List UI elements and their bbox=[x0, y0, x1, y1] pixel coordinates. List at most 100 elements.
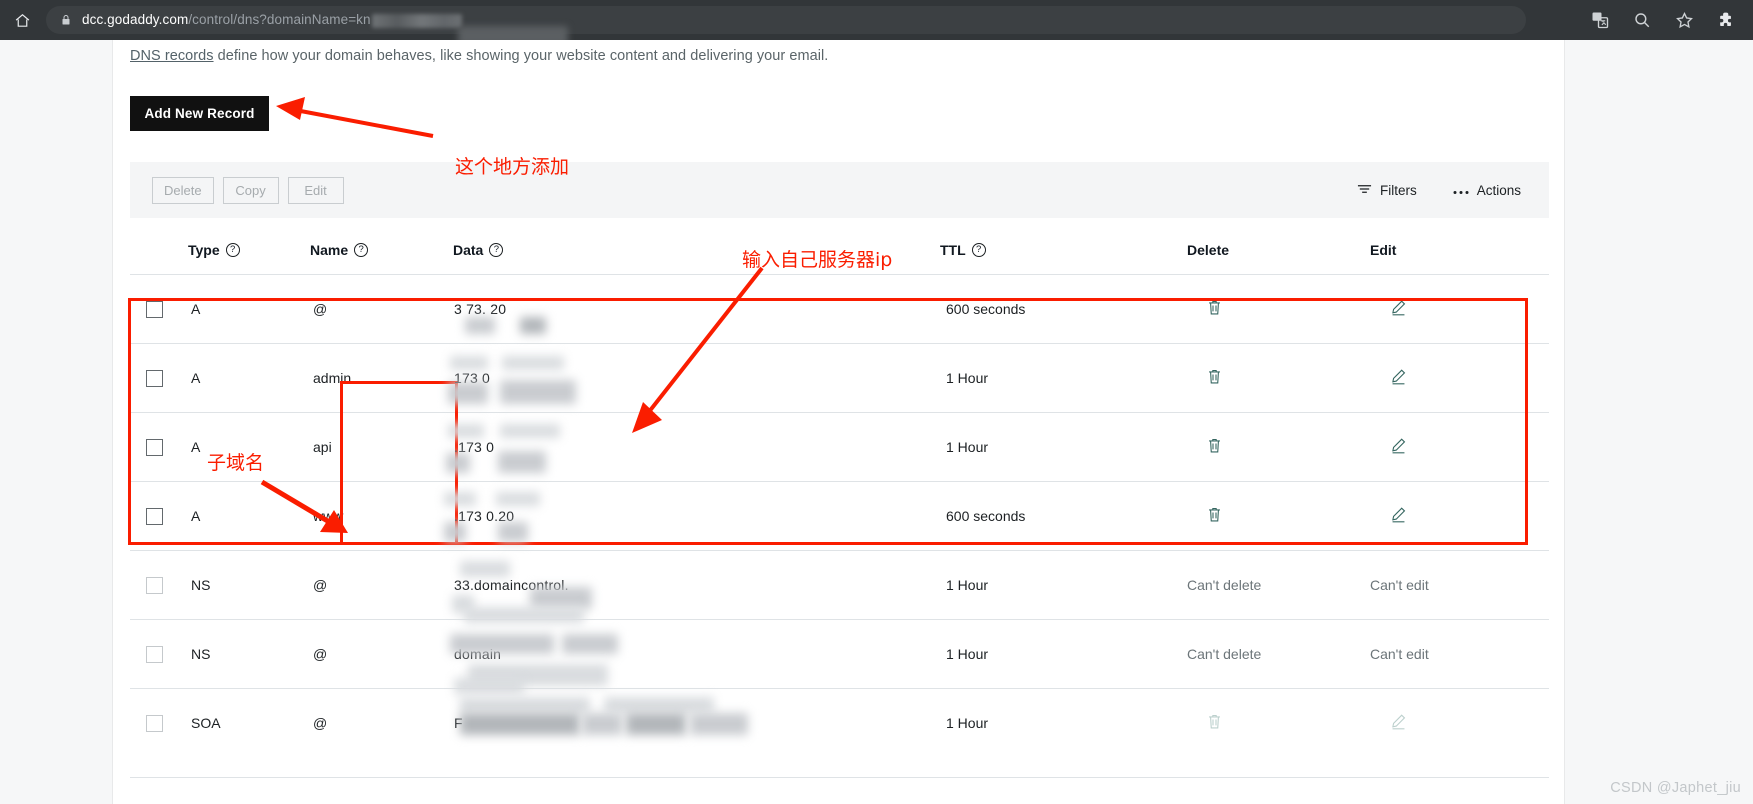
cell-type: SOA bbox=[188, 688, 310, 758]
copy-button[interactable]: Copy bbox=[222, 176, 279, 204]
cell-ttl: 1 Hour bbox=[940, 343, 1155, 413]
cell-ttl: 1 Hour bbox=[940, 550, 1155, 620]
dns-records-link[interactable]: DNS records bbox=[130, 48, 214, 64]
header-edit: Edit bbox=[1335, 228, 1549, 275]
intro-paragraph: DNS records define how your domain behav… bbox=[130, 48, 828, 64]
table-row[interactable]: A api .173 0 1 Hour bbox=[130, 412, 1549, 482]
cell-name: www bbox=[310, 481, 453, 551]
row-select-cell bbox=[130, 343, 188, 413]
search-icon[interactable] bbox=[1631, 9, 1653, 31]
table-row[interactable]: NS @ 33.domaincontrol. 1 Hour Can't dele… bbox=[130, 550, 1549, 623]
row-checkbox[interactable] bbox=[146, 714, 163, 732]
table-row[interactable]: SOA @ F 1 Hour bbox=[130, 688, 1549, 758]
actions-button[interactable]: Actions bbox=[1453, 183, 1521, 198]
cant-delete-label: Can't delete bbox=[1187, 577, 1262, 593]
cant-edit-label: Can't edit bbox=[1370, 577, 1429, 593]
cell-delete bbox=[1155, 481, 1335, 551]
cell-type: A bbox=[188, 274, 310, 344]
cell-data: domain bbox=[450, 619, 940, 694]
dns-records-table: Type? Name? Data? TTL? Delete Edit A @ 3… bbox=[130, 228, 1549, 758]
extensions-puzzle-icon[interactable] bbox=[1715, 9, 1737, 31]
help-icon-name[interactable]: ? bbox=[354, 243, 369, 257]
table-body: A @ 3 73. 20 600 seconds A admin 173 0 1… bbox=[130, 274, 1549, 758]
cell-edit bbox=[1335, 412, 1549, 482]
header-delete: Delete bbox=[1155, 228, 1335, 275]
cell-ttl: 600 seconds bbox=[940, 481, 1155, 551]
row-checkbox[interactable] bbox=[146, 576, 163, 594]
pencil-icon[interactable] bbox=[1390, 368, 1407, 388]
header-ttl-label: TTL bbox=[940, 242, 966, 258]
row-select-cell bbox=[130, 619, 188, 689]
row-select-cell bbox=[130, 481, 188, 551]
cell-edit: Can't edit bbox=[1335, 550, 1549, 620]
table-bottom-divider bbox=[130, 777, 1549, 778]
cell-type: NS bbox=[188, 550, 310, 620]
url-host: dcc.godaddy.com bbox=[82, 12, 189, 28]
trash-icon[interactable] bbox=[1207, 368, 1222, 388]
pencil-icon[interactable] bbox=[1390, 437, 1407, 457]
home-icon[interactable] bbox=[0, 0, 44, 40]
url-text: dcc.godaddy.com/control/dns?domainName=k… bbox=[82, 12, 462, 28]
header-type: Type? bbox=[188, 228, 310, 275]
watermark: CSDN @Japhet_jiu bbox=[1610, 780, 1741, 796]
pencil-icon[interactable] bbox=[1390, 299, 1407, 319]
add-new-record-button[interactable]: Add New Record bbox=[130, 96, 269, 131]
cell-name: admin bbox=[310, 343, 453, 413]
cell-ttl: 1 Hour bbox=[940, 619, 1155, 689]
table-row[interactable]: NS @ domain 1 Hour Can't delete Can't ed… bbox=[130, 619, 1549, 694]
cell-name: api bbox=[310, 412, 453, 482]
dns-records-panel: DNS records define how your domain behav… bbox=[112, 40, 1565, 804]
address-bar[interactable]: dcc.godaddy.com/control/dns?domainName=k… bbox=[46, 6, 1526, 46]
table-row[interactable]: A @ 3 73. 20 600 seconds bbox=[130, 274, 1549, 344]
cell-type: NS bbox=[188, 619, 310, 689]
cell-ttl: 1 Hour bbox=[940, 412, 1155, 482]
cell-data: .173 0 bbox=[446, 412, 940, 482]
row-checkbox[interactable] bbox=[146, 438, 163, 456]
browser-action-icons bbox=[1589, 0, 1745, 40]
cell-delete bbox=[1155, 343, 1335, 413]
cell-edit bbox=[1335, 688, 1549, 758]
row-select-cell bbox=[130, 688, 188, 758]
cell-delete bbox=[1155, 412, 1335, 482]
cell-delete: Can't delete bbox=[1155, 550, 1335, 620]
help-icon-ttl[interactable]: ? bbox=[971, 243, 986, 257]
cell-data: 173 0 bbox=[448, 343, 940, 413]
pencil-icon[interactable] bbox=[1390, 506, 1407, 526]
cell-data: F bbox=[453, 688, 940, 758]
bookmark-star-icon[interactable] bbox=[1673, 9, 1695, 31]
trash-icon[interactable] bbox=[1207, 299, 1222, 319]
help-icon-data[interactable]: ? bbox=[489, 243, 504, 257]
cell-edit bbox=[1335, 481, 1549, 551]
table-toolbar: Delete Copy Edit Filters Actions bbox=[130, 162, 1549, 218]
cant-delete-label: Can't delete bbox=[1187, 646, 1262, 662]
annotation-subdomain: 子域名 bbox=[207, 452, 265, 474]
row-checkbox[interactable] bbox=[146, 369, 163, 387]
trash-icon[interactable] bbox=[1207, 437, 1222, 457]
actions-label: Actions bbox=[1476, 182, 1521, 198]
filters-button[interactable]: Filters bbox=[1357, 183, 1417, 198]
help-icon-type[interactable]: ? bbox=[225, 243, 240, 257]
header-name-label: Name bbox=[310, 242, 349, 258]
table-row[interactable]: A www .173 0.20 600 seconds bbox=[130, 481, 1549, 551]
delete-button[interactable]: Delete bbox=[152, 176, 214, 204]
table-row[interactable]: A admin 173 0 1 Hour bbox=[130, 343, 1549, 413]
cell-ttl: 600 seconds bbox=[940, 274, 1155, 344]
cell-data-value: 3 73. 20 bbox=[454, 301, 507, 317]
filter-icon bbox=[1357, 183, 1372, 198]
pencil-icon-disabled bbox=[1390, 713, 1407, 733]
edit-button[interactable]: Edit bbox=[287, 176, 344, 204]
filters-label: Filters bbox=[1379, 182, 1417, 198]
trash-icon-disabled bbox=[1207, 713, 1222, 733]
cell-data: .173 0.20 bbox=[444, 481, 940, 551]
row-checkbox[interactable] bbox=[146, 645, 163, 663]
header-delete-label: Delete bbox=[1187, 242, 1230, 258]
cell-edit bbox=[1335, 343, 1549, 413]
trash-icon[interactable] bbox=[1207, 506, 1222, 526]
toolbar-right-group: Filters Actions bbox=[1357, 183, 1521, 198]
row-checkbox[interactable] bbox=[146, 507, 163, 525]
row-checkbox[interactable] bbox=[146, 300, 163, 318]
header-edit-label: Edit bbox=[1370, 242, 1397, 258]
header-ttl: TTL? bbox=[940, 228, 1155, 275]
translate-icon[interactable] bbox=[1589, 9, 1611, 31]
cell-type: A bbox=[188, 481, 310, 551]
